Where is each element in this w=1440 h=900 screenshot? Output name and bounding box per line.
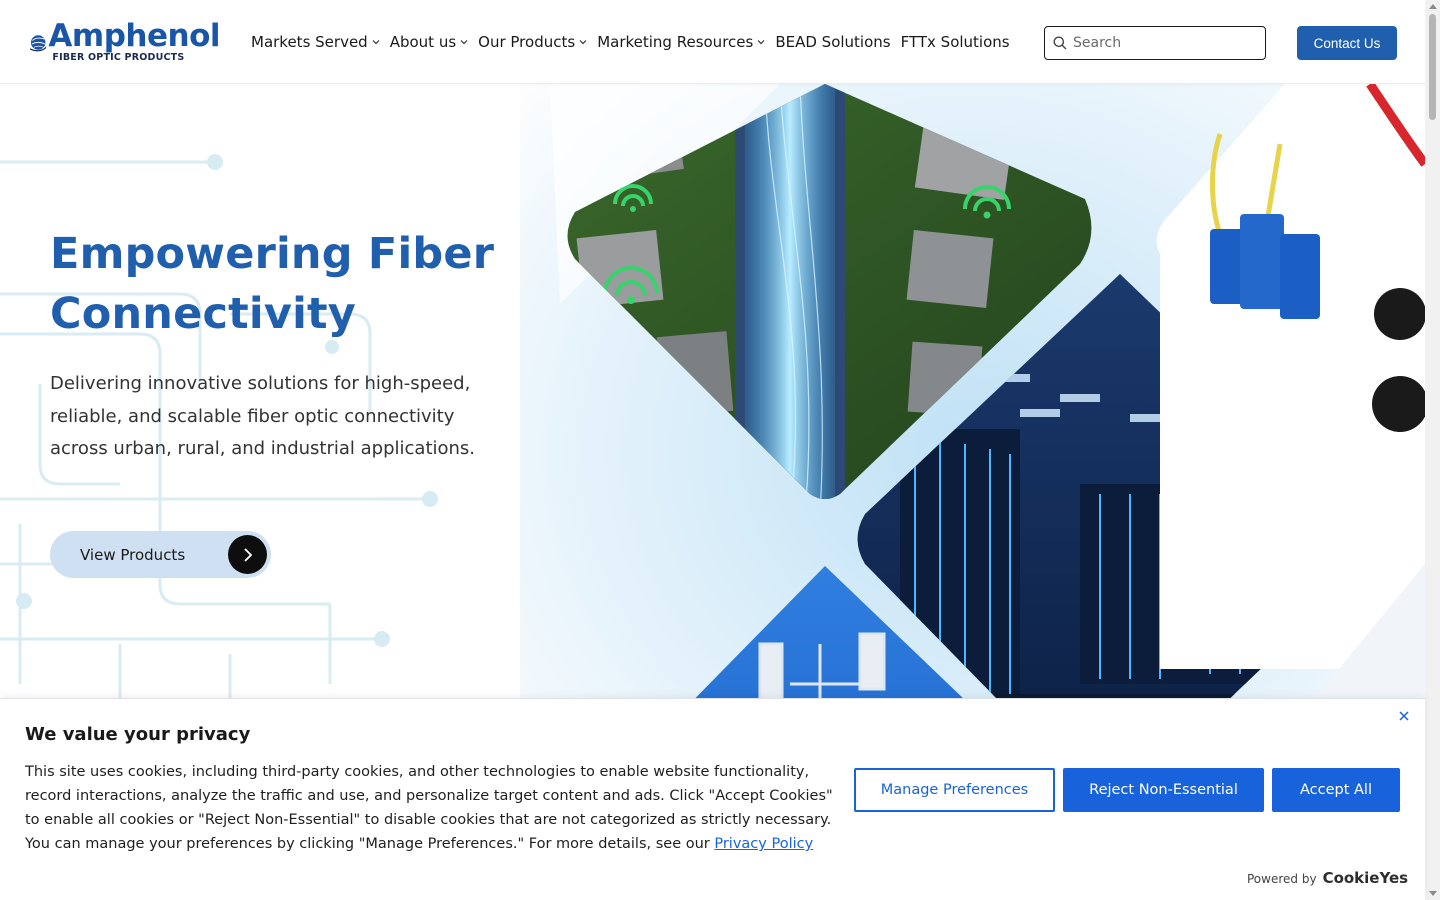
chevron-down-icon [372,40,380,45]
scroll-down-arrow-icon[interactable] [1429,891,1437,896]
nav-item-fttx-solutions[interactable]: FTTx Solutions [901,33,1010,51]
powered-by-label: Powered by [1247,872,1317,886]
nav-item-bead-solutions[interactable]: BEAD Solutions [775,33,890,51]
nav-label: BEAD Solutions [775,33,891,51]
nav-item-our-products[interactable]: Our Products [478,33,587,51]
cookie-title: We value your privacy [25,724,251,745]
nav-label: FTTx Solutions [900,33,1010,51]
view-products-label: View Products [80,545,186,564]
privacy-policy-link[interactable]: Privacy Policy [714,836,813,852]
accept-all-button[interactable]: Accept All [1272,768,1400,812]
chevron-down-icon [579,40,587,45]
contact-us-button[interactable]: Contact Us [1297,26,1397,60]
nav-label: Our Products [478,33,576,51]
logo-wordmark: Amphenol [48,18,220,55]
search-box [1044,26,1266,60]
scroll-up-arrow-icon[interactable] [1429,4,1437,9]
arrow-right-icon [228,535,267,574]
hero-description: Delivering innovative solutions for high… [50,373,476,459]
cookie-body: This site uses cookies, including third-… [25,760,840,856]
hero-title: Empowering Fiber Connectivity [50,229,495,339]
close-icon[interactable] [1397,709,1411,723]
main-nav: Markets Served About us Our Products Mar… [251,30,1020,54]
nav-label: About us [389,33,457,51]
nav-item-markets-served[interactable]: Markets Served [251,33,380,51]
site-header: Amphenol FIBER OPTIC PRODUCTS Markets Se… [0,0,1425,84]
cookie-consent-banner: We value your privacy This site uses coo… [0,698,1425,900]
chevron-down-icon [757,40,765,45]
view-products-button[interactable]: View Products [50,531,271,578]
nav-item-about-us[interactable]: About us [390,33,468,51]
search-icon [1053,36,1067,50]
cookie-body-text: This site uses cookies, including third-… [25,764,833,852]
amphenol-logo[interactable]: Amphenol FIBER OPTIC PRODUCTS [30,20,220,64]
reject-non-essential-button[interactable]: Reject Non-Essential [1063,768,1264,812]
search-input[interactable] [1073,35,1253,51]
manage-preferences-button[interactable]: Manage Preferences [854,768,1055,812]
nav-label: Markets Served [251,33,368,51]
logo-subtitle: FIBER OPTIC PRODUCTS [52,52,185,64]
globe-logo-icon [30,35,47,52]
nav-label: Marketing Resources [597,33,754,51]
page-scrollbar[interactable] [1425,0,1440,900]
powered-by: Powered by CookieYes [1247,869,1408,887]
scroll-thumb[interactable] [1429,14,1436,120]
chevron-down-icon [460,40,468,45]
nav-item-marketing-resources[interactable]: Marketing Resources [597,33,765,51]
cookieyes-brand[interactable]: CookieYes [1323,869,1409,887]
